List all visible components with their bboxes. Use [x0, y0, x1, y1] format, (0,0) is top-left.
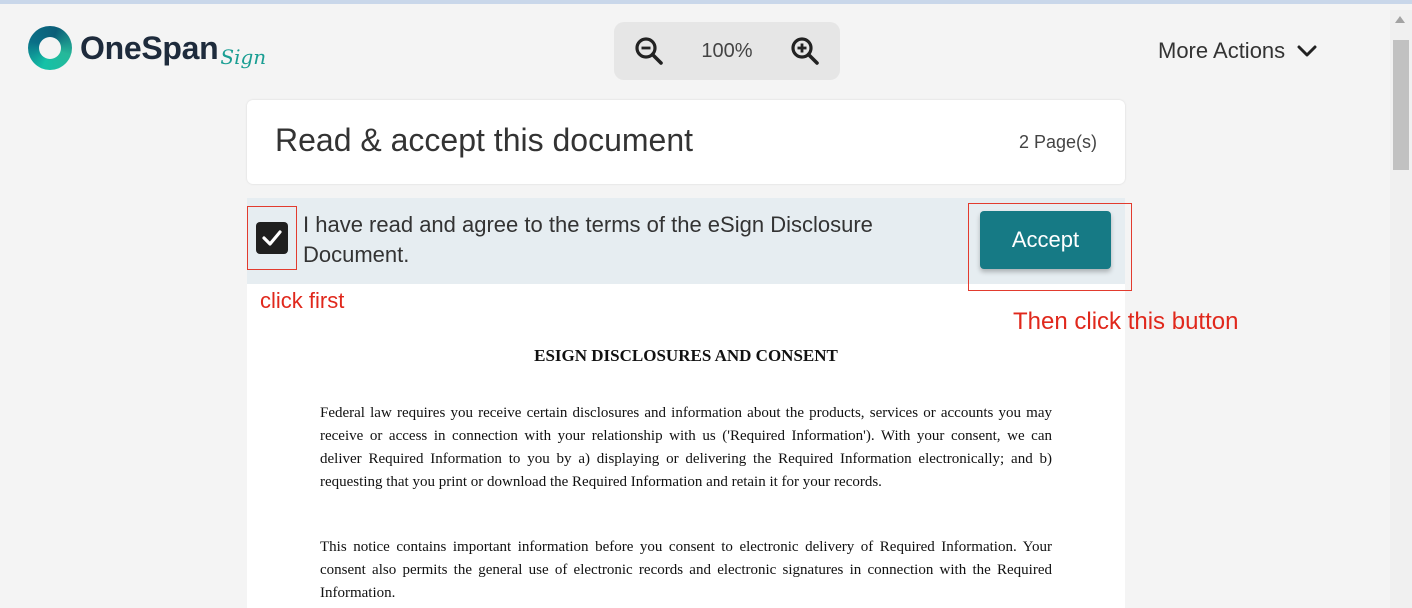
scroll-thumb[interactable]: [1393, 40, 1409, 170]
annotation-then-click: Then click this button: [1013, 308, 1239, 335]
page-title: Read & accept this document: [275, 122, 694, 158]
document-paragraph: This notice contains important informati…: [320, 539, 1052, 601]
document-title-card: Read & accept this document 2 Page(s): [247, 100, 1125, 184]
checkmark-icon: [262, 230, 282, 246]
logo-mark-icon: [28, 26, 72, 70]
more-actions-menu[interactable]: More Actions: [1158, 38, 1317, 64]
logo-sub-text: Sign: [220, 45, 267, 69]
chevron-down-icon: [1297, 45, 1317, 57]
page-count: 2 Page(s): [1018, 132, 1097, 152]
vertical-scrollbar[interactable]: [1390, 10, 1412, 608]
checkbox-highlight: [247, 206, 297, 270]
onespan-logo: OneSpan Sign: [28, 26, 266, 70]
scroll-up-arrow-icon[interactable]: [1395, 16, 1405, 23]
document-viewer[interactable]: ESIGN DISCLOSURES AND CONSENT Federal la…: [247, 284, 1125, 608]
zoom-in-icon: [791, 37, 819, 65]
accept-button[interactable]: Accept: [980, 211, 1111, 269]
accept-bar: I have read and agree to the terms of th…: [247, 198, 1132, 291]
zoom-level: 100%: [701, 39, 753, 62]
annotation-click-first: click first: [260, 288, 345, 313]
app-header: OneSpan Sign 100% More Actions: [0, 4, 1390, 88]
logo-text: OneSpan: [80, 29, 219, 66]
document-paragraph: Federal law requires you receive certain…: [320, 405, 1052, 490]
zoom-out-button[interactable]: [632, 34, 666, 68]
more-actions-label: More Actions: [1158, 38, 1286, 63]
agree-checkbox[interactable]: [256, 222, 288, 254]
zoom-in-button[interactable]: [788, 34, 822, 68]
document-heading: ESIGN DISCLOSURES AND CONSENT: [534, 346, 838, 365]
zoom-out-icon: [635, 37, 663, 65]
agree-label: I have read and agree to the terms of th…: [303, 212, 873, 267]
zoom-control: 100%: [614, 22, 840, 80]
